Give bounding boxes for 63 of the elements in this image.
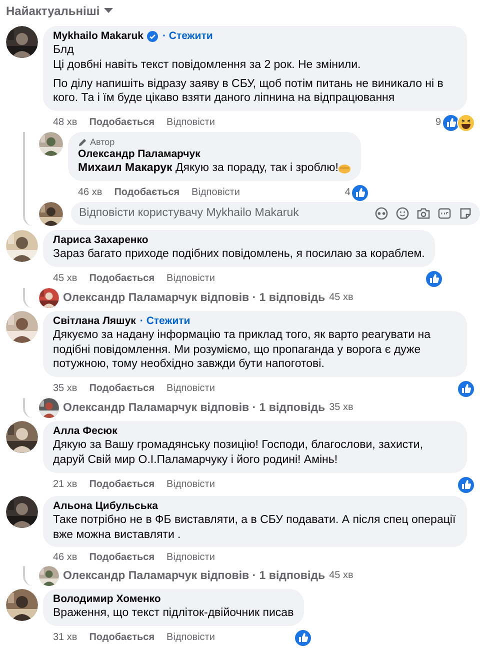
reply-time: 45 хв [329, 569, 354, 584]
author-name[interactable]: Алла Фесюк [53, 425, 118, 438]
reply-link[interactable]: Відповісти [166, 272, 215, 285]
comment-text: Враження, що текст підліток-двійочник писав [53, 606, 294, 622]
like-link[interactable]: Подобається [89, 272, 155, 285]
laughing-emoji-icon [457, 114, 475, 132]
replies-link[interactable]: Олександр Паламарчук відповів · 1 відповідь [63, 569, 326, 584]
caret-icon[interactable] [104, 8, 113, 14]
sticker-icon[interactable] [375, 207, 388, 220]
author-name[interactable]: Альона Цибульська [53, 500, 158, 513]
replies-link[interactable]: Олександр Паламарчук відповів · 1 відповідь [63, 401, 326, 416]
like-link[interactable]: Подобається [89, 117, 155, 130]
author-name[interactable]: Олександр Паламарчук [78, 148, 200, 162]
reply-input[interactable]: Відповісти користувачу Mykhailo Makaruk [79, 205, 367, 223]
author-name[interactable]: Лариса Захаренко [53, 234, 148, 247]
reply-time: 35 хв [329, 401, 354, 416]
comment-time[interactable]: 46 хв [78, 186, 102, 199]
reply-link[interactable]: Відповісти [166, 632, 215, 644]
comment-text: По ділу напишіть відразу заяву в СБУ, щоб потім питань не виникало ні в кого. Та і їм буде цікаво взяти даного ліпнина на відпрацювання [53, 76, 444, 106]
comment-time[interactable]: 46 хв [53, 552, 78, 564]
like-link[interactable]: Подобається [89, 383, 155, 396]
sticker-icon[interactable] [459, 207, 472, 220]
comment-time[interactable]: 21 хв [53, 478, 78, 491]
reply-link[interactable]: Відповісти [166, 552, 215, 564]
emoji-icon[interactable] [396, 207, 409, 220]
author-name[interactable]: Світлана Ляшук [53, 314, 136, 328]
like-link[interactable]: Подобається [114, 186, 180, 199]
reaction-count: 9 [435, 117, 441, 130]
reply-link[interactable]: Відповісти [166, 117, 215, 130]
author-label: Автор [90, 136, 115, 148]
like-link[interactable]: Подобається [89, 478, 155, 491]
comment-text: Зараз багато приходе подібних повідомлень, я посилаю за кораблем. [53, 246, 425, 262]
follow-link[interactable]: · Стежити [140, 314, 190, 328]
like-link[interactable]: Подобається [89, 632, 155, 644]
like-icon [424, 270, 443, 288]
like-icon [457, 476, 475, 494]
author-name[interactable]: Mykhailo Makaruk [53, 30, 144, 43]
follow-link[interactable]: · Стежити [162, 30, 213, 43]
reply-time: 45 хв [329, 290, 354, 305]
author-name[interactable]: Володимир Хоменко [53, 593, 161, 606]
like-icon [457, 380, 475, 398]
comment-time[interactable]: 35 хв [53, 383, 78, 396]
gif-icon[interactable] [438, 207, 451, 220]
sort-menu[interactable]: Найактуальніші [6, 3, 100, 19]
comment-text: Дякую за Вашу громадянську позицію! Господи, благослови, захисти, даруй Свій мир О.І.Паламарчуку і його родині! Амінь! [53, 438, 424, 468]
comment-time[interactable]: 45 хв [53, 272, 78, 285]
reaction-count: 4 [344, 186, 350, 199]
camera-icon[interactable] [417, 207, 430, 220]
like-icon [351, 184, 370, 202]
comment-time[interactable]: 31 хв [53, 632, 78, 644]
like-icon [294, 629, 312, 648]
reply-link[interactable]: Відповісти [166, 478, 215, 491]
comment-text: Дякуємо за надану інформацію та приклад того, як варто реагувати на подібні повідомлення. Ми розуміємо, що пропаганда у ворога є дуже потужною, тому необхідно завжди бути напоготові. [53, 328, 432, 372]
reply-field[interactable]: Відповісти користувачу Mykhailo Makaruk [71, 202, 480, 226]
pencil-icon [78, 138, 87, 147]
replies-link[interactable]: Олександр Паламарчук відповів · 1 відповідь [63, 290, 326, 305]
comment-text: Михаил Макарук Дякую за пораду, так і зроблю! [78, 161, 352, 176]
like-link[interactable]: Подобається [89, 552, 155, 564]
comment-text: Блд Ці довбні навіть текст повідомлення за 2 рок. Не змінили. [53, 43, 362, 73]
reply-link[interactable]: Відповісти [192, 186, 240, 199]
reply-link[interactable]: Відповісти [166, 383, 215, 396]
comment-time[interactable]: 48 хв [53, 117, 78, 130]
comment-text: Таке потрібно не в ФБ виставляти, а в СБУ подавати. А після спец операції вже можна виставляти . [53, 512, 457, 542]
